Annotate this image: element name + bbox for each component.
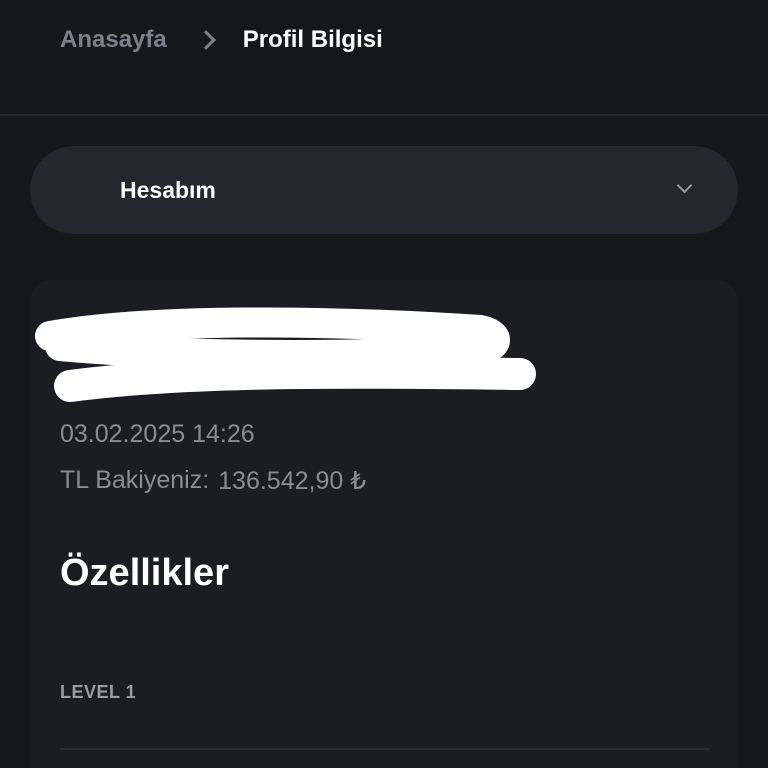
level-label: LEVEL 1 [60,682,137,702]
features-title: Özellikler [60,552,229,594]
balance-value: 136.542,90 ₺ [218,467,367,495]
login-datetime: 03.02.2025 14:26 [60,420,255,448]
card-divider [60,748,710,750]
header-divider [0,114,768,116]
balance-row: TL Bakiyeniz: 136.542,90 ₺ [60,466,366,496]
breadcrumb-home-link[interactable]: Anasayfa [60,26,167,54]
account-dropdown-label: Hesabım [120,176,216,203]
profile-page: Anasayfa Profil Bilgisi Hesabım Ali .com… [0,0,768,768]
user-email: .com [60,376,113,403]
account-dropdown[interactable]: Hesabım [30,146,738,234]
chevron-down-icon [676,177,693,194]
breadcrumb-current: Profil Bilgisi [242,26,383,53]
user-name: Ali [60,314,99,347]
chevron-right-icon [195,30,216,50]
balance-label: TL Bakiyeniz: [60,466,210,494]
breadcrumb: Anasayfa Profil Bilgisi [60,22,383,58]
